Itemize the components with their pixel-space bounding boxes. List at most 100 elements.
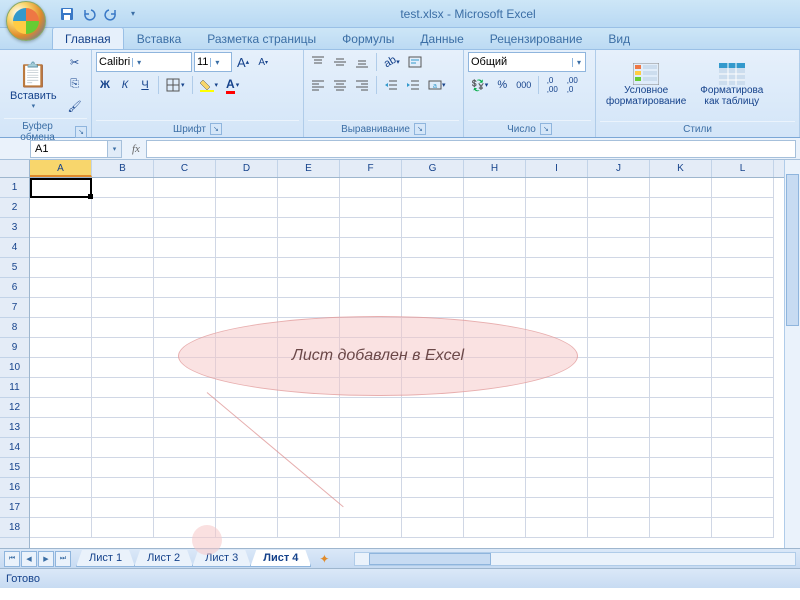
column-header[interactable]: A [30,160,92,177]
office-button[interactable] [6,1,46,41]
sheet-tab-4[interactable]: Лист 4 [250,550,311,567]
format-painter-icon[interactable]: 🖌 [65,96,85,116]
row-header[interactable]: 13 [0,418,29,438]
column-header[interactable]: H [464,160,526,177]
namebox-dropdown-icon[interactable]: ▾ [107,141,121,157]
align-top-icon[interactable] [308,52,328,72]
formula-input[interactable] [146,140,796,158]
align-right-icon[interactable] [352,75,372,95]
comma-format-icon[interactable]: 000 [513,75,534,95]
new-sheet-icon[interactable]: ✦ [314,552,334,566]
increase-decimal-icon[interactable]: ,0,00 [543,75,561,95]
grow-font-icon[interactable]: A▴ [234,52,252,72]
percent-format-button[interactable]: % [493,75,511,95]
row-header[interactable]: 4 [0,238,29,258]
font-launcher-icon[interactable]: ↘ [210,123,222,135]
align-center-icon[interactable] [330,75,350,95]
row-header[interactable]: 1 [0,178,29,198]
sheet-tab-1[interactable]: Лист 1 [76,550,135,567]
sheet-tab-2[interactable]: Лист 2 [134,550,193,567]
column-header[interactable]: B [92,160,154,177]
orientation-icon[interactable]: ab▾ [381,52,403,72]
vertical-scrollbar[interactable] [784,160,800,548]
tab-page-layout[interactable]: Разметка страницы [194,27,329,49]
row-header[interactable]: 7 [0,298,29,318]
align-bottom-icon[interactable] [352,52,372,72]
row-header[interactable]: 14 [0,438,29,458]
row-header[interactable]: 6 [0,278,29,298]
tab-formulas[interactable]: Формулы [329,27,407,49]
row-header[interactable]: 15 [0,458,29,478]
column-header[interactable]: L [712,160,774,177]
paste-button[interactable]: 📋 Вставить ▾ [4,52,63,118]
align-left-icon[interactable] [308,75,328,95]
fx-icon[interactable]: fx [132,143,140,155]
underline-button[interactable]: Ч [136,75,154,95]
column-header[interactable]: K [650,160,712,177]
tab-data[interactable]: Данные [407,27,476,49]
align-middle-icon[interactable] [330,52,350,72]
row-header[interactable]: 5 [0,258,29,278]
row-header[interactable]: 16 [0,478,29,498]
conditional-format-button[interactable]: Условное форматирование [600,52,692,118]
tab-insert[interactable]: Вставка [124,27,195,49]
horizontal-scrollbar[interactable] [354,552,796,566]
column-header[interactable]: E [278,160,340,177]
sheet-nav-prev-icon[interactable]: ◀ [21,551,37,567]
clipboard-launcher-icon[interactable]: ↘ [75,126,87,138]
alignment-group-label: Выравнивание [341,124,410,135]
row-header[interactable]: 10 [0,358,29,378]
paste-label: Вставить [10,90,57,102]
select-all-corner[interactable] [0,160,29,178]
row-header[interactable]: 3 [0,218,29,238]
row-header[interactable]: 11 [0,378,29,398]
qat-customize-icon[interactable]: ▾ [124,5,142,23]
row-header[interactable]: 2 [0,198,29,218]
bold-button[interactable]: Ж [96,75,114,95]
copy-icon[interactable]: ⎘ [65,74,85,94]
title-bar: ▾ test.xlsx - Microsoft Excel [0,0,800,28]
alignment-launcher-icon[interactable]: ↘ [414,123,426,135]
borders-icon[interactable]: ▾ [163,75,188,95]
tab-review[interactable]: Рецензирование [477,27,596,49]
font-color-icon[interactable]: A▾ [223,75,242,95]
annotation-callout: Лист добавлен в Excel [178,316,578,396]
column-header[interactable]: F [340,160,402,177]
name-box[interactable]: A1 ▾ [30,140,122,158]
tab-view[interactable]: Вид [595,27,643,49]
accounting-format-icon[interactable]: 💱▾ [468,75,491,95]
decrease-decimal-icon[interactable]: ,00,0 [563,75,581,95]
sheet-nav-first-icon[interactable]: ⏮ [4,551,20,567]
redo-icon[interactable] [102,5,120,23]
row-header[interactable]: 9 [0,338,29,358]
column-header[interactable]: I [526,160,588,177]
decrease-indent-icon[interactable] [381,75,401,95]
number-format-combo[interactable]: Общий▾ [468,52,586,72]
column-header[interactable]: C [154,160,216,177]
cond-format-label: Условное форматирование [606,85,686,107]
save-icon[interactable] [58,5,76,23]
row-header[interactable]: 8 [0,318,29,338]
row-header[interactable]: 12 [0,398,29,418]
sheet-nav-next-icon[interactable]: ▶ [38,551,54,567]
fill-color-icon[interactable]: ▾ [197,75,222,95]
italic-button[interactable]: К [116,75,134,95]
column-header[interactable]: G [402,160,464,177]
styles-group-label: Стили [683,124,712,135]
row-header[interactable]: 18 [0,518,29,538]
column-header[interactable]: J [588,160,650,177]
sheet-nav-last-icon[interactable]: ⏭ [55,551,71,567]
font-size-combo[interactable]: 11▾ [194,52,232,72]
increase-indent-icon[interactable] [403,75,423,95]
merge-center-icon[interactable]: a▾ [425,75,449,95]
wrap-text-icon[interactable] [405,52,425,72]
number-launcher-icon[interactable]: ↘ [540,123,552,135]
column-header[interactable]: D [216,160,278,177]
shrink-font-icon[interactable]: A▾ [254,52,272,72]
row-header[interactable]: 17 [0,498,29,518]
undo-icon[interactable] [80,5,98,23]
format-as-table-button[interactable]: Форматирова как таблицу [694,52,769,118]
cut-icon[interactable]: ✂ [65,52,85,72]
tab-home[interactable]: Главная [52,27,124,49]
font-name-combo[interactable]: Calibri▾ [96,52,192,72]
